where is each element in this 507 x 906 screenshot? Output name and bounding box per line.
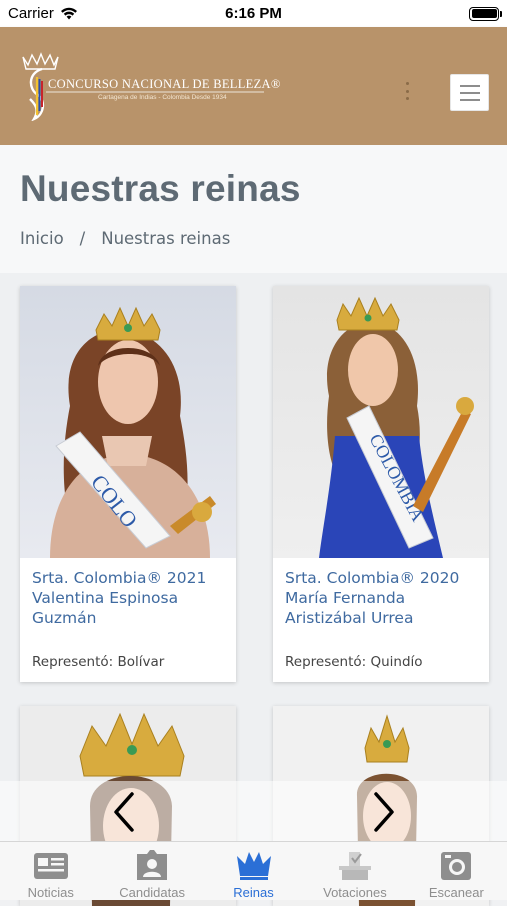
tab-label: Escanear bbox=[428, 885, 484, 900]
queen-card[interactable]: COLO Srta. Colombia® 2021 Valentina Espi… bbox=[20, 286, 236, 682]
queen-photo: COLO bbox=[20, 286, 236, 558]
tab-label: Reinas bbox=[233, 885, 274, 900]
tab-label: Candidatas bbox=[119, 885, 185, 900]
queens-grid: COLO Srta. Colombia® 2021 Valentina Espi… bbox=[0, 273, 507, 906]
tab-escanear[interactable]: Escanear bbox=[406, 842, 507, 900]
tab-votaciones[interactable]: Votaciones bbox=[304, 842, 405, 900]
page-title: Nuestras reinas bbox=[20, 168, 301, 209]
site-header: CONCURSO NACIONAL DE BELLEZA® Cartagena … bbox=[0, 27, 507, 145]
tab-label: Noticias bbox=[27, 885, 74, 900]
tab-label: Votaciones bbox=[323, 885, 387, 900]
crown-icon bbox=[236, 852, 271, 880]
status-bar: Carrier 6:16 PM bbox=[0, 0, 507, 27]
battery-icon bbox=[469, 6, 502, 21]
breadcrumb-separator: / bbox=[79, 229, 86, 248]
queen-card[interactable]: COLOMBIA Srta. Colombia® 2020 María Fern… bbox=[273, 286, 489, 682]
carrier-label: Carrier bbox=[8, 5, 54, 22]
chevron-right-icon[interactable] bbox=[370, 792, 398, 832]
tab-bar: Noticias Candidatas Reinas Votaciones Es… bbox=[0, 841, 507, 900]
breadcrumb-home-link[interactable]: Inicio bbox=[20, 229, 64, 248]
queen-represented: Representó: Bolívar bbox=[32, 654, 165, 670]
carousel-overlay bbox=[0, 781, 507, 841]
tab-reinas[interactable]: Reinas bbox=[203, 842, 304, 900]
id-card-icon bbox=[137, 850, 168, 880]
scanner-icon bbox=[441, 852, 472, 880]
wifi-icon bbox=[60, 7, 77, 20]
brand-subtitle: Cartagena de Indias - Colombia Desde 193… bbox=[98, 94, 227, 101]
hamburger-menu-button[interactable] bbox=[450, 74, 489, 111]
tab-noticias[interactable]: Noticias bbox=[0, 842, 101, 900]
brand-title: CONCURSO NACIONAL DE BELLEZA® bbox=[48, 77, 281, 91]
queen-name[interactable]: Srta. Colombia® 2020 María Fernanda Aris… bbox=[285, 568, 481, 628]
queen-represented: Representó: Quindío bbox=[285, 654, 423, 670]
queen-name[interactable]: Srta. Colombia® 2021 Valentina Espinosa … bbox=[32, 568, 222, 628]
newspaper-icon bbox=[33, 853, 68, 879]
ballot-icon bbox=[338, 852, 371, 880]
queen-photo: COLOMBIA bbox=[273, 286, 489, 558]
tab-candidatas[interactable]: Candidatas bbox=[101, 842, 202, 900]
more-options-icon[interactable] bbox=[404, 82, 410, 100]
breadcrumb: Inicio / Nuestras reinas bbox=[20, 229, 230, 248]
carrier-group: Carrier bbox=[8, 5, 78, 22]
breadcrumb-current: Nuestras reinas bbox=[101, 229, 231, 248]
chevron-left-icon[interactable] bbox=[110, 792, 138, 832]
